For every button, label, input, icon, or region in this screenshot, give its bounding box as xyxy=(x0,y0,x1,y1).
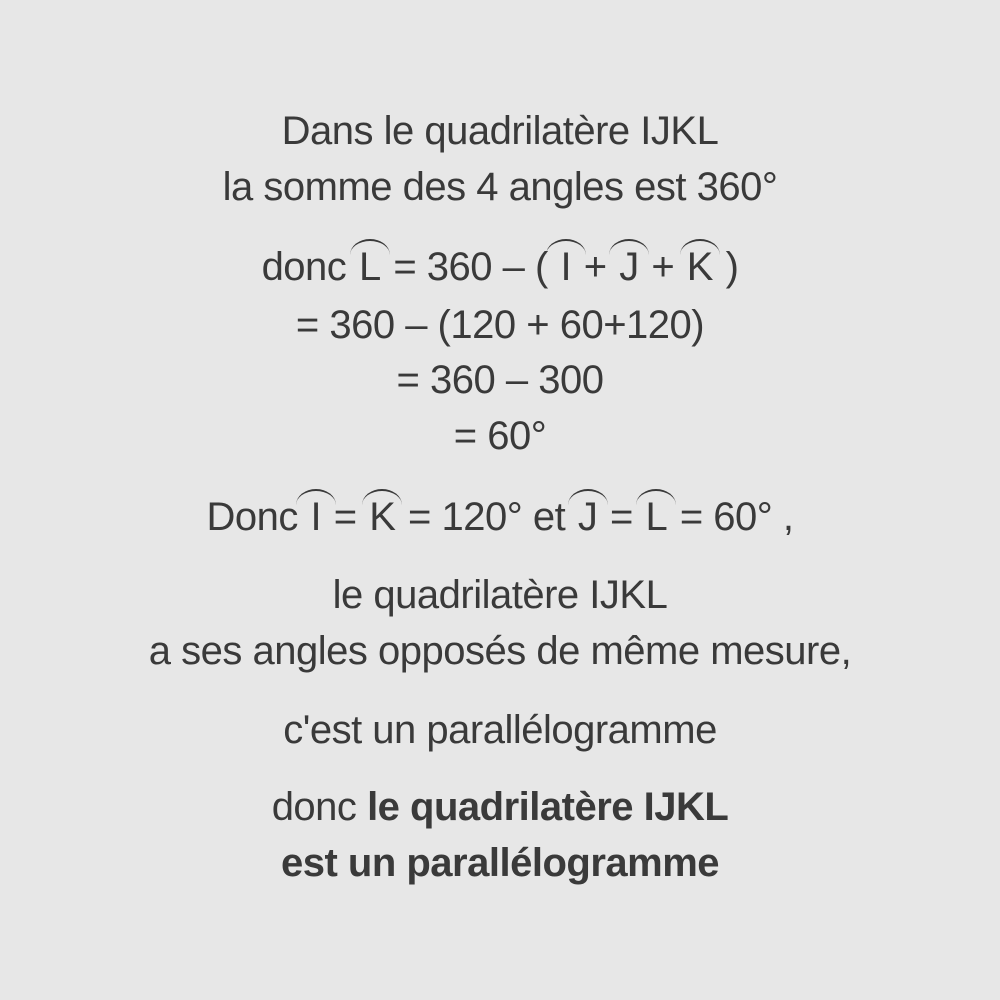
angle-K: K xyxy=(362,489,403,539)
angles-conclusion-line: Donc I = K = 120° et J = L = 60° , xyxy=(0,489,1000,541)
value-120: = 120° et xyxy=(408,495,566,539)
final-prefix: donc xyxy=(271,785,357,829)
formula-equals: = 360 – ( xyxy=(393,245,548,289)
plus-sign: + xyxy=(651,245,675,289)
angle-L: L xyxy=(636,489,677,539)
formula-step-4: = 60° xyxy=(453,414,547,458)
close-paren: ) xyxy=(725,245,739,289)
math-proof-page: Dans le quadrilatère IJKL la somme des 4… xyxy=(0,0,1000,1000)
angle-I: I xyxy=(546,239,586,289)
conclusion-prefix: Donc xyxy=(206,495,298,539)
intro-line-1: Dans le quadrilatère IJKL xyxy=(281,109,719,153)
final-line-2: est un parallélogramme xyxy=(280,841,720,885)
property-line-1: le quadrilatère IJKL xyxy=(332,573,668,617)
angle-K: K xyxy=(679,239,721,289)
plus-sign: + xyxy=(583,245,607,289)
property-line-3: c'est un parallélogramme xyxy=(283,708,717,752)
formula-line: donc L = 360 – ( I + J + K ) xyxy=(0,239,1000,291)
final-bold-1: le quadrilatère IJKL xyxy=(367,785,729,829)
formula-prefix: donc xyxy=(261,245,347,289)
intro-line-2: la somme des 4 angles est 360° xyxy=(222,165,778,209)
angle-J: J xyxy=(567,489,607,539)
formula-step-3: = 360 – 300 xyxy=(396,358,604,402)
property-line-2: a ses angles opposés de même mesure, xyxy=(148,629,852,673)
formula-step-2: = 360 – (120 + 60+120) xyxy=(295,303,705,347)
equals-sign: = xyxy=(333,495,357,539)
value-60: = 60° , xyxy=(679,495,794,539)
angle-I: I xyxy=(296,489,336,539)
equals-sign: = xyxy=(609,495,633,539)
angle-J: J xyxy=(609,239,649,289)
final-line-1: donc le quadrilatère IJKL xyxy=(0,783,1000,831)
angle-L: L xyxy=(349,239,390,289)
